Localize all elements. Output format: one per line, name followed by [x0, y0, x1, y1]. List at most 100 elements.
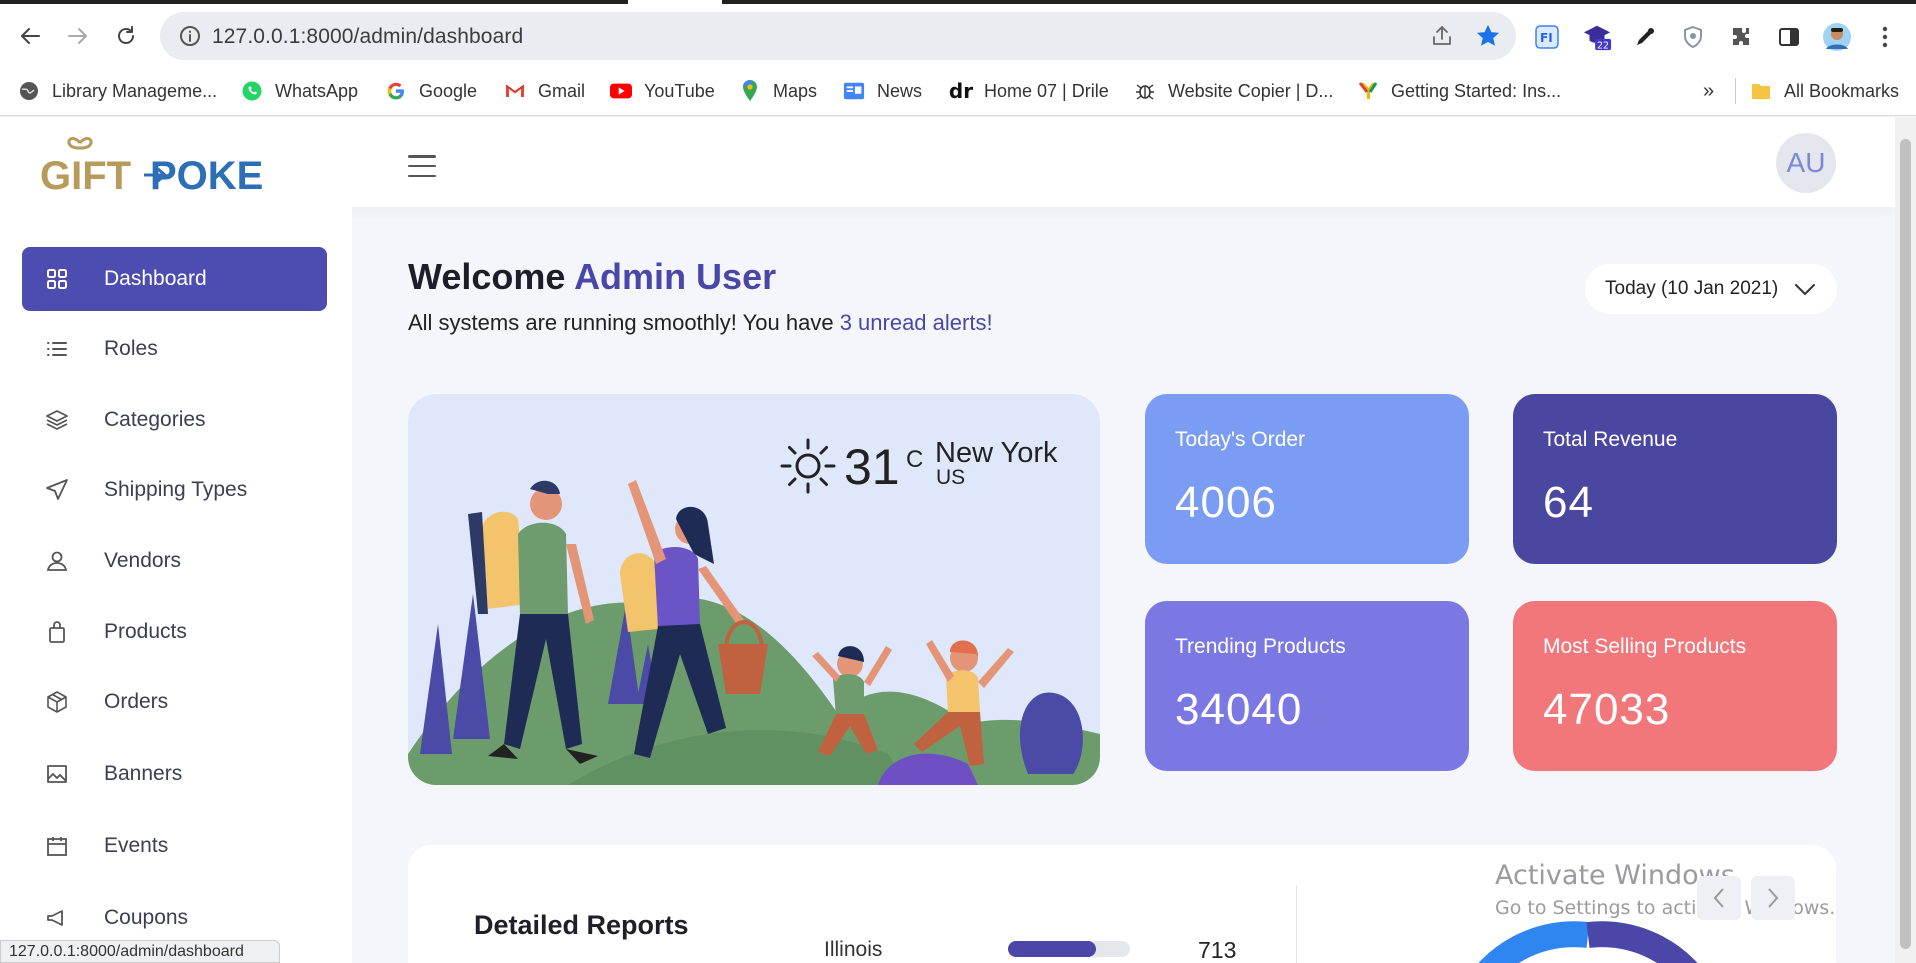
sidebar-item-roles[interactable]: Roles: [22, 317, 327, 381]
sidebar-item-events[interactable]: Events: [22, 814, 327, 878]
bookmarks-overflow-button[interactable]: »: [1703, 76, 1714, 106]
carousel-next-button[interactable]: [1751, 876, 1795, 920]
gmail-icon: [504, 80, 526, 102]
site-info-icon[interactable]: [178, 24, 202, 48]
eyedropper-icon[interactable]: [1630, 22, 1660, 52]
page-title: Welcome Admin User: [408, 256, 776, 298]
stat-label: Today's Order: [1175, 428, 1306, 451]
subtitle-text: All systems are running smoothly! You ha…: [408, 310, 840, 335]
bookmark-drile[interactable]: dr Home 07 | Drile: [948, 76, 1109, 106]
puzzle-icon[interactable]: [1726, 22, 1756, 52]
bookmark-label: Gmail: [538, 80, 586, 101]
side-panel-icon[interactable]: [1774, 22, 1804, 52]
sidebar-item-shipping-types[interactable]: Shipping Types: [22, 458, 327, 522]
calendar-icon: [42, 831, 72, 861]
grid-icon: [42, 264, 72, 294]
status-url-text: 127.0.0.1:8000/admin/dashboard: [9, 943, 244, 960]
all-bookmarks-button[interactable]: All Bookmarks: [1750, 76, 1899, 106]
user-avatar[interactable]: AU: [1776, 133, 1836, 193]
url-text[interactable]: 127.0.0.1:8000/admin/dashboard: [212, 25, 523, 49]
sidebar-item-label: Categories: [104, 408, 206, 431]
extension-fi-icon[interactable]: FI: [1532, 22, 1562, 52]
stat-card-todays-order[interactable]: Today's Order 4006: [1145, 394, 1469, 564]
sidebar-item-banners[interactable]: Banners: [22, 742, 327, 806]
maps-pin-icon: [739, 80, 761, 102]
giftpoke-logo[interactable]: GIFT POKE: [40, 135, 270, 198]
bookmark-gmail[interactable]: Gmail: [504, 76, 585, 106]
youtube-icon: [610, 80, 632, 102]
overflow-label: »: [1703, 79, 1715, 102]
stat-card-trending-products[interactable]: Trending Products 34040: [1145, 601, 1469, 771]
sidebar-item-categories[interactable]: Categories: [22, 388, 327, 452]
news-icon: [843, 80, 865, 102]
bookmark-library[interactable]: Library Manageme...: [18, 76, 217, 106]
sidebar-item-label: Vendors: [104, 549, 182, 572]
bookmark-news[interactable]: News: [843, 76, 922, 106]
stat-label: Total Revenue: [1543, 428, 1678, 451]
sidebar-item-label: Shipping Types: [104, 478, 248, 501]
address-bar[interactable]: 127.0.0.1:8000/admin/dashboard: [160, 12, 1516, 60]
chevron-right-icon: [1768, 888, 1779, 908]
forward-button[interactable]: [62, 20, 94, 52]
bookmark-google[interactable]: Google: [385, 76, 477, 106]
all-bookmarks-label: All Bookmarks: [1784, 80, 1900, 101]
tab-strip-left: [0, 0, 628, 4]
bookmark-label: Getting Started: Ins...: [1391, 80, 1562, 101]
bookmark-label: Home 07 | Drile: [984, 80, 1109, 101]
avatar-initials: AU: [1786, 147, 1826, 178]
carousel-prev-button[interactable]: [1697, 876, 1741, 920]
sidebar-item-label: Coupons: [104, 906, 189, 929]
stat-card-total-revenue[interactable]: Total Revenue 64: [1513, 394, 1837, 564]
share-icon[interactable]: [1430, 24, 1454, 48]
bookmark-website-copier[interactable]: Website Copier | D...: [1134, 76, 1333, 106]
bag-icon: [42, 617, 72, 647]
temperature-unit: C: [906, 446, 924, 473]
bookmarks-bar: Library Manageme... WhatsApp Google Gmai…: [0, 66, 1916, 116]
bookmark-star-icon[interactable]: [1474, 22, 1502, 50]
layers-icon: [42, 405, 72, 435]
sidebar-item-label: Banners: [104, 762, 183, 785]
report-donut-chart: [1478, 921, 1698, 963]
bookmark-label: Library Manageme...: [52, 80, 218, 101]
unread-alerts-link[interactable]: 3 unread alerts!: [840, 310, 993, 335]
welcome-name: Admin User: [574, 256, 777, 297]
bookmark-maps[interactable]: Maps: [739, 76, 817, 106]
chevron-left-icon: [1713, 888, 1724, 908]
sidebar-item-vendors[interactable]: Vendors: [22, 529, 327, 593]
browser-menu-icon[interactable]: [1870, 22, 1900, 52]
app-header: GIFT POKE AU: [0, 117, 1895, 207]
scrollbar-thumb[interactable]: [1900, 139, 1911, 949]
menu-toggle-icon[interactable]: [408, 155, 436, 177]
sidebar-item-dashboard[interactable]: Dashboard: [22, 247, 327, 311]
bookmark-label: Google: [419, 80, 478, 101]
svg-text:FI: FI: [1540, 31, 1553, 45]
arrow-left-icon: [21, 28, 40, 44]
sidebar-item-label: Events: [104, 834, 169, 857]
report-divider: [1296, 885, 1297, 963]
logo-poke-text: POKE: [150, 154, 263, 195]
bookmark-getting-started[interactable]: Getting Started: Ins...: [1357, 76, 1561, 106]
arrow-right-icon: [68, 28, 87, 44]
sidebar-item-orders[interactable]: Orders: [22, 670, 327, 734]
bookmark-youtube[interactable]: YouTube: [610, 76, 715, 106]
extension-graduation-icon[interactable]: 22: [1582, 22, 1612, 52]
bookmark-whatsapp[interactable]: WhatsApp: [241, 76, 358, 106]
welcome-prefix: Welcome: [408, 256, 575, 297]
bookmark-label: Maps: [773, 80, 818, 101]
back-button[interactable]: [14, 20, 46, 52]
image-icon: [42, 759, 72, 789]
shield-extension-icon[interactable]: [1678, 22, 1708, 52]
dr-logo-icon: dr: [948, 79, 974, 103]
profile-avatar-icon[interactable]: [1822, 22, 1852, 52]
date-filter-dropdown[interactable]: Today (10 Jan 2021): [1585, 264, 1837, 314]
reload-button[interactable]: [110, 20, 142, 52]
stat-card-most-selling-products[interactable]: Most Selling Products 47033: [1513, 601, 1837, 771]
sidebar: Dashboard Roles Categories Shipping Type…: [0, 207, 352, 963]
report-progress-fill: [1008, 941, 1096, 957]
page-scrollbar[interactable]: [1895, 117, 1916, 963]
stat-value: 64: [1543, 478, 1594, 527]
box-icon: [42, 687, 72, 717]
date-filter-label: Today (10 Jan 2021): [1605, 278, 1779, 299]
chevron-down-icon: [1795, 284, 1816, 296]
sidebar-item-products[interactable]: Products: [22, 600, 327, 664]
